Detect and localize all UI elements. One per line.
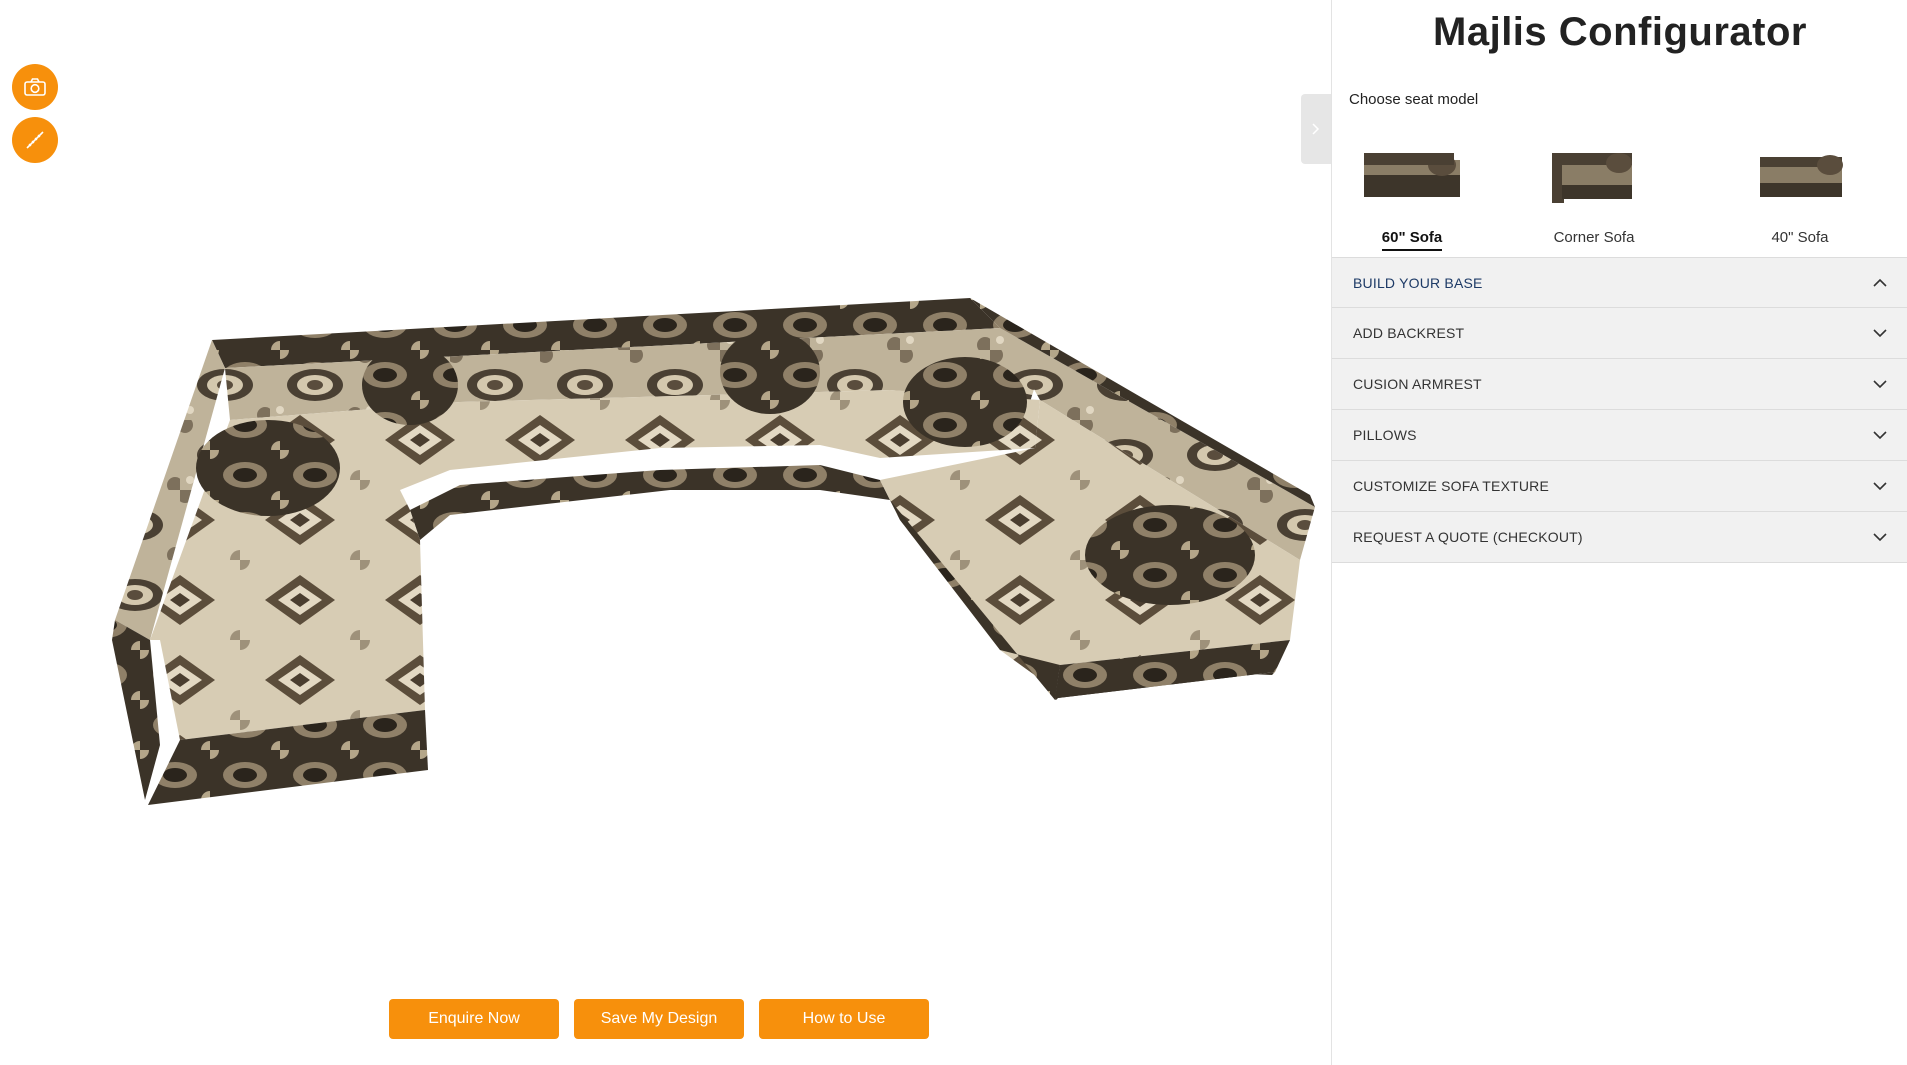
chevron-up-icon	[1873, 278, 1887, 287]
chevron-down-icon	[1873, 431, 1887, 440]
seat-option-40-sofa[interactable]: 40" Sofa	[1730, 135, 1870, 250]
selected-indicator	[1382, 249, 1442, 251]
3d-viewer[interactable]: Enquire Now Save My Design How to Use	[0, 0, 1331, 1065]
seat-label: 60" Sofa	[1381, 229, 1443, 246]
sofa-60-thumbnail	[1364, 153, 1460, 197]
accordion-label: BUILD YOUR BASE	[1353, 274, 1483, 291]
chevron-down-icon	[1873, 482, 1887, 491]
majlis-sofa-render[interactable]	[0, 0, 1330, 1065]
chevron-down-icon	[1873, 533, 1887, 542]
accordion-label: REQUEST A QUOTE (CHECKOUT)	[1353, 529, 1583, 545]
seat-model-label: Choose seat model	[1349, 91, 1479, 108]
ruler-icon	[26, 131, 44, 149]
camera-icon	[24, 78, 46, 96]
seat-option-60-sofa[interactable]: 60" Sofa	[1342, 135, 1482, 251]
seat-label: 40" Sofa	[1771, 229, 1829, 246]
corner-sofa-thumbnail	[1552, 153, 1632, 203]
accordion-label: PILLOWS	[1353, 427, 1417, 443]
seat-label: Corner Sofa	[1553, 229, 1635, 246]
accordion-build-base[interactable]: BUILD YOUR BASE	[1332, 257, 1907, 308]
chevron-down-icon	[1873, 329, 1887, 338]
accordion-add-backrest[interactable]: ADD BACKREST	[1332, 308, 1907, 359]
sofa-40-thumbnail	[1760, 155, 1843, 197]
accordion-customize-texture[interactable]: CUSTOMIZE SOFA TEXTURE	[1332, 461, 1907, 512]
configurator-panel: Majlis Configurator Choose seat model 60…	[1331, 0, 1907, 1065]
accordion-label: CUSTOMIZE SOFA TEXTURE	[1353, 478, 1550, 494]
how-to-use-button[interactable]: How to Use	[759, 999, 929, 1039]
action-bar: Enquire Now Save My Design How to Use	[0, 999, 1330, 1039]
save-design-button[interactable]: Save My Design	[574, 999, 744, 1039]
enquire-now-button[interactable]: Enquire Now	[389, 999, 559, 1039]
accordion-request-quote[interactable]: REQUEST A QUOTE (CHECKOUT)	[1332, 512, 1907, 563]
measure-button[interactable]	[12, 117, 58, 163]
page-title: Majlis Configurator	[1433, 10, 1807, 54]
config-accordion: BUILD YOUR BASE ADD BACKREST CUSION ARMR…	[1332, 257, 1907, 563]
accordion-label: ADD BACKREST	[1353, 325, 1465, 341]
screenshot-button[interactable]	[12, 64, 58, 110]
chevron-right-icon	[1312, 123, 1320, 135]
seat-option-corner-sofa[interactable]: Corner Sofa	[1524, 135, 1664, 250]
panel-collapse-toggle[interactable]	[1301, 94, 1331, 164]
accordion-pillows[interactable]: PILLOWS	[1332, 410, 1907, 461]
chevron-down-icon	[1873, 380, 1887, 389]
accordion-label: CUSION ARMREST	[1353, 376, 1482, 392]
accordion-cusion-armrest[interactable]: CUSION ARMREST	[1332, 359, 1907, 410]
